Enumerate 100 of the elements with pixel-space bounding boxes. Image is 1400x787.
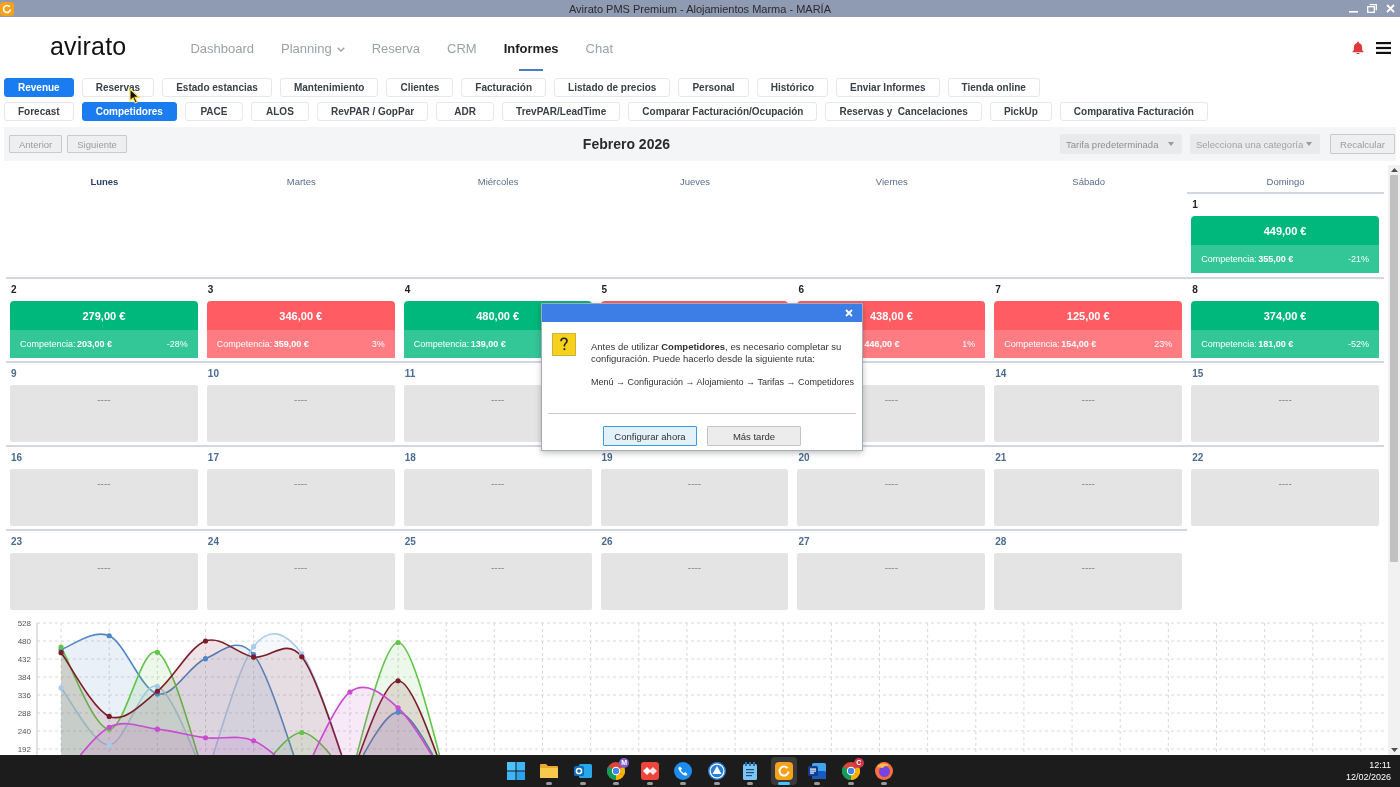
mail-icon[interactable] [573,762,592,780]
close-icon[interactable] [1386,4,1395,13]
competition-price: 203,00 € [77,339,113,349]
day-number: 19 [601,451,613,465]
empty-day-card: ---- [994,385,1183,442]
section-tab[interactable]: Listado de precios [554,78,671,97]
phone-icon[interactable] [674,762,693,780]
dialog-button[interactable]: Más tarde [707,426,801,446]
folder-icon[interactable] [540,763,559,779]
day-number: 9 [11,367,17,381]
scrollbar-thumb[interactable] [1390,175,1398,562]
price-difference: 23% [1154,339,1173,349]
data-point [202,735,209,741]
caret-down-icon[interactable] [1390,748,1398,752]
section-tab[interactable]: Tienda online [947,78,1040,97]
section-tab[interactable]: Enviar Informes [836,78,940,97]
windows-logo-icon[interactable] [506,762,525,780]
section-tab[interactable]: Clientes [386,78,454,97]
scrollbar[interactable] [1388,165,1400,755]
subsection-tab[interactable]: Comparativa Facturación [1059,102,1208,121]
empty-day-card: ---- [206,469,395,526]
empty-day-card: ---- [10,469,198,526]
empty-day-card: ---- [797,553,986,610]
triangle-circle-icon[interactable] [707,762,726,780]
section-tab[interactable]: Mantenimiento [279,78,379,97]
browser-icon[interactable] [841,762,860,780]
competition-price: 139,00 € [470,339,506,349]
subsection-tab[interactable]: Comparar Facturación/Ocupación [628,102,818,121]
day-number: 2 [11,283,17,297]
day-number: 3 [207,283,214,297]
globe-icon[interactable] [875,762,894,780]
day-number: 17 [207,451,219,465]
competition-price: 446,00 € [864,339,900,349]
day-number: 4 [404,283,411,297]
section-tab[interactable]: Facturación [461,78,547,97]
data-point [299,729,305,736]
section-tab[interactable]: Estado estancias [162,78,272,97]
document-icon[interactable] [808,762,827,780]
day-number: 24 [207,535,219,549]
price-header: 346,00 € [206,301,395,330]
subsection-tab[interactable]: TrevPAR/LeadTime [502,102,621,121]
empty-day-card: ---- [797,469,986,526]
empty-day-card: ---- [403,553,592,610]
close-icon[interactable] [845,309,853,317]
subsection-tab[interactable]: PickUp [989,102,1052,121]
subsection-tab[interactable]: Reservas y Cancelaciones [825,102,982,121]
dialog-button[interactable]: Configurar ahora [603,426,697,446]
active-taskbar-button[interactable] [770,757,797,785]
subsection-tab[interactable]: RevPAR / GopPar [316,102,429,121]
settings-path-text: Menú → Configuración → Alojamiento → Tarifas → Competidores [591,376,854,388]
empty-day-card: ---- [206,385,395,442]
restore-icon[interactable] [1367,4,1377,13]
subsection-tab[interactable]: PACE [184,102,243,121]
data-point [395,639,401,646]
bell-icon[interactable] [1352,41,1364,54]
price-difference: -52% [1348,339,1369,349]
price-header: 279,00 € [10,301,198,330]
day-number: 14 [995,367,1007,381]
section-tab[interactable]: Personal [678,78,749,97]
logo[interactable]: avirato [50,31,127,61]
browser-icon[interactable] [607,762,626,780]
subsection-tab[interactable]: Competidores [81,102,177,121]
empty-day-card: ---- [600,469,789,526]
competition-label: Competencia: [216,339,274,349]
diamond-tile-icon[interactable] [640,762,659,780]
price-difference: 1% [962,339,976,349]
window-title: Avirato PMS Premium - Alojamientos Marma - MARÍA [569,2,831,15]
menu-icon[interactable] [1376,41,1391,54]
competition-label: Competencia: [20,339,77,349]
subsection-tab[interactable]: Forecast [4,102,74,121]
ring-tile-icon[interactable] [774,762,793,780]
competition-label: Competencia: [1201,339,1258,349]
section-tab[interactable]: Histórico [756,78,828,97]
caret-up-icon[interactable] [1390,168,1398,172]
day-number: 5 [601,283,608,297]
empty-day-card: ---- [403,469,592,526]
weekday-label: Lunes [90,175,119,189]
dialog-message: Antes de utilizar Competidores, es necesario completar su configuración. Puede hacerlo desde la siguiente ruta: [591,341,843,365]
data-point [202,656,209,662]
data-point [106,633,112,639]
empty-day-card: ---- [600,553,789,610]
weekday-label: Sábado [1072,175,1106,189]
competition-price: 359,00 € [273,339,309,349]
empty-day-card: ---- [1191,469,1379,526]
data-point [395,678,401,684]
subsection-tab[interactable]: ALOS [250,102,309,121]
notepad-icon[interactable] [742,762,759,780]
day-number: 11 [404,367,416,381]
empty-day-card: ---- [10,385,198,442]
section-tab[interactable]: Reservas [81,78,155,97]
y-tick-label: 528 [17,619,31,628]
day-number: 6 [798,283,804,297]
section-tab[interactable]: Revenue [4,78,74,97]
y-tick-label: 336 [17,691,31,700]
competition-label: Competencia: [1004,339,1061,349]
subsection-tab[interactable]: ADR [436,102,495,121]
price-header: 125,00 € [994,301,1183,330]
clock-time: 12:11 [1369,759,1391,771]
data-point [202,638,209,644]
weekday-label: Domingo [1266,175,1305,189]
